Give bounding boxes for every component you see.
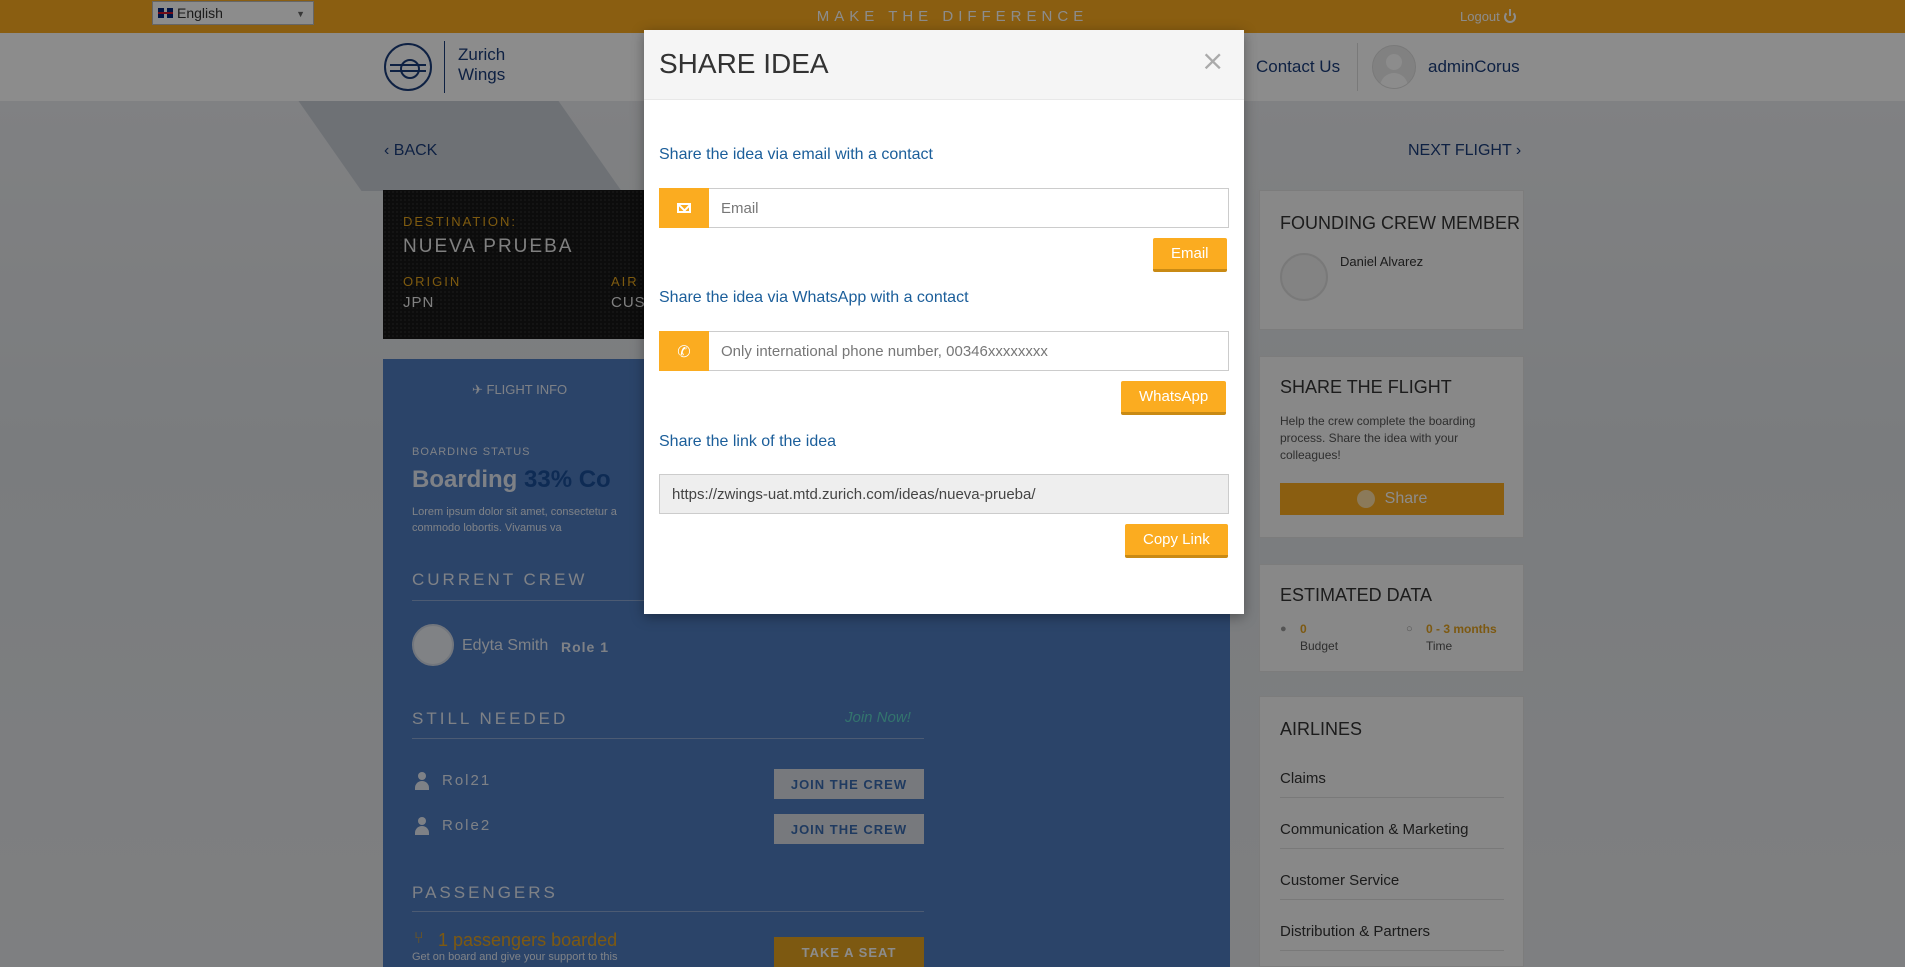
email-button[interactable]: Email	[1153, 238, 1227, 272]
email-section-label: Share the idea via email with a contact	[659, 146, 933, 163]
whatsapp-input-group: ✆	[659, 331, 1229, 371]
share-idea-modal: SHARE IDEA × Share the idea via email wi…	[644, 30, 1244, 614]
envelope-icon	[677, 203, 691, 213]
modal-title: SHARE IDEA	[659, 48, 829, 79]
email-addon	[659, 188, 709, 228]
phone-icon: ✆	[677, 341, 691, 361]
whatsapp-section-label: Share the idea via WhatsApp with a conta…	[659, 289, 969, 306]
modal-header: SHARE IDEA ×	[644, 30, 1244, 100]
phone-addon: ✆	[659, 331, 709, 371]
close-icon[interactable]: ×	[1201, 44, 1224, 77]
whatsapp-button[interactable]: WhatsApp	[1121, 381, 1227, 415]
copy-link-button[interactable]: Copy Link	[1125, 524, 1228, 558]
phone-input[interactable]	[709, 331, 1229, 371]
idea-link-input[interactable]	[659, 474, 1229, 514]
link-section-label: Share the link of the idea	[659, 433, 837, 450]
email-input[interactable]	[709, 188, 1229, 228]
email-input-group	[659, 188, 1229, 228]
